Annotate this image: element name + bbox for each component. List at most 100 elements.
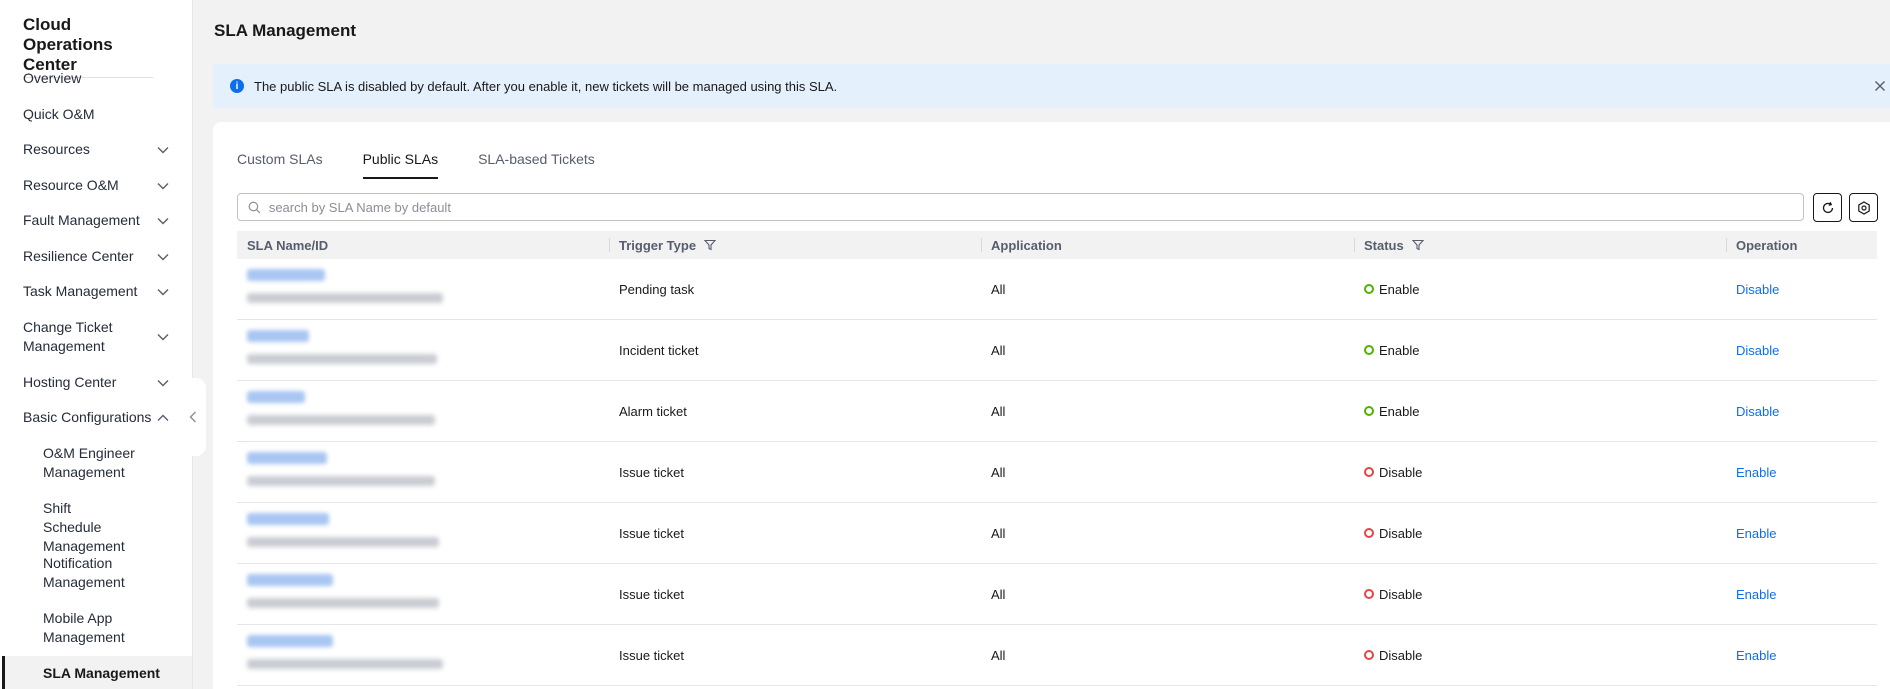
filter-icon[interactable] [1411,239,1424,251]
table-row: Pending task All Enable Disable [237,259,1877,320]
application-cell: All [991,403,1006,419]
sla-id [247,659,443,669]
status-indicator-icon [1364,345,1374,355]
sla-name-link[interactable] [247,513,329,525]
sidebar: Cloud Operations Center Overview Quick O… [0,0,193,689]
table-header: SLA Name/ID Trigger Type Application Sta… [237,231,1877,259]
table-row: Alarm ticket All Enable Disable [237,381,1877,442]
column-header-operation: Operation [1726,231,1797,259]
sla-name-link[interactable] [247,330,309,342]
sla-id [247,537,439,547]
gear-icon [1857,200,1870,215]
application-cell: All [991,525,1006,541]
disable-link[interactable]: Disable [1736,282,1779,297]
chevron-down-icon [155,213,171,229]
sla-name-redacted[interactable] [247,269,447,311]
tab-custom-slas[interactable]: Custom SLAs [237,151,323,179]
status-cell: Enable [1354,381,1419,441]
status-indicator-icon [1364,406,1374,416]
sla-name-link[interactable] [247,269,325,281]
chevron-down-icon [155,284,171,300]
table-row: Incident ticket All Enable Disable [237,320,1877,381]
sidebar-item-resilience-center[interactable]: Resilience Center [23,247,171,266]
sla-name-redacted[interactable] [247,635,447,677]
filter-icon[interactable] [704,239,717,251]
enable-link[interactable]: Enable [1736,526,1776,541]
tab-sla-based-tickets[interactable]: SLA-based Tickets [478,151,595,179]
status-cell: Enable [1354,259,1419,319]
sidebar-item-overview[interactable]: Overview [23,69,171,88]
sidebar-subitem-sla-management[interactable]: SLA Management [43,665,160,681]
table-row: Issue ticket All Disable Enable [237,503,1877,564]
chevron-down-icon [155,329,171,345]
tab-public-slas[interactable]: Public SLAs [362,151,439,179]
close-icon[interactable] [1872,78,1888,94]
refresh-button[interactable] [1813,193,1842,222]
application-cell: All [991,464,1006,480]
status-indicator-icon [1364,589,1374,599]
operation-cell: Enable [1726,625,1776,685]
trigger-type-cell: Issue ticket [619,647,685,663]
chevron-left-icon [189,411,196,423]
sla-id [247,476,435,486]
sla-name-link[interactable] [247,391,305,403]
application-cell: All [991,342,1006,358]
enable-link[interactable]: Enable [1736,648,1776,663]
sla-name-link[interactable] [247,574,333,586]
sidebar-item-task-management[interactable]: Task Management [23,282,171,301]
sidebar-item-hosting-center[interactable]: Hosting Center [23,373,171,392]
trigger-type-cell: Issue ticket [619,586,685,602]
application-cell: All [991,647,1006,663]
table-row: Issue ticket All Disable Enable [237,625,1877,686]
disable-link[interactable]: Disable [1736,343,1779,358]
settings-button[interactable] [1849,193,1878,222]
page-title: SLA Management [214,21,357,40]
status-cell: Disable [1354,625,1422,685]
operation-cell: Disable [1726,320,1779,380]
trigger-type-cell: Issue ticket [619,464,685,480]
disable-link[interactable]: Disable [1736,404,1779,419]
status-cell: Disable [1354,564,1422,624]
enable-link[interactable]: Enable [1736,465,1776,480]
info-notice: i The public SLA is disabled by default.… [213,64,1890,108]
sidebar-item-resources[interactable]: Resources [23,140,171,159]
sidebar-subitem-mobile-app-management[interactable]: Mobile App Management [43,609,173,647]
sidebar-item-resource-om[interactable]: Resource O&M [23,176,171,195]
trigger-type-cell: Alarm ticket [619,403,687,419]
column-header-trigger-type: Trigger Type [609,231,717,259]
sla-id [247,415,435,425]
operation-cell: Enable [1726,503,1776,563]
column-header-sla-name: SLA Name/ID [247,237,329,253]
sidebar-item-quick-om[interactable]: Quick O&M [23,105,171,124]
sla-name-redacted[interactable] [247,330,447,372]
sidebar-subitem-notification-management[interactable]: Notification Management [43,554,173,592]
sla-name-redacted[interactable] [247,452,447,494]
sidebar-collapse-button[interactable] [180,378,206,456]
info-icon: i [230,79,244,93]
tab-bar: Custom SLAs Public SLAs SLA-based Ticket… [237,151,635,179]
chevron-up-icon [155,410,171,426]
sla-name-link[interactable] [247,452,327,464]
sla-id [247,354,437,364]
sidebar-item-basic-configurations[interactable]: Basic Configurations [23,408,171,427]
sla-name-redacted[interactable] [247,513,447,555]
sidebar-subitem-shift-schedule-management[interactable]: Shift Schedule Management [43,499,173,556]
sidebar-item-fault-management[interactable]: Fault Management [23,211,171,230]
sla-name-redacted[interactable] [247,391,447,433]
sla-name-link[interactable] [247,635,333,647]
operation-cell: Disable [1726,381,1779,441]
enable-link[interactable]: Enable [1736,587,1776,602]
table-row: Issue ticket All Disable Enable [237,564,1877,625]
sla-id [247,293,443,303]
status-indicator-icon [1364,650,1374,660]
search-input[interactable] [268,199,1803,215]
sidebar-subitem-om-engineer-management[interactable]: O&M Engineer Management [43,444,173,482]
search-icon [248,201,261,213]
column-header-status: Status [1354,231,1424,259]
application-cell: All [991,586,1006,602]
sla-name-redacted[interactable] [247,574,447,616]
operation-cell: Disable [1726,259,1779,319]
sidebar-item-change-ticket-management[interactable]: Change Ticket Management [23,318,171,356]
operation-cell: Enable [1726,564,1776,624]
search-box [237,193,1804,221]
